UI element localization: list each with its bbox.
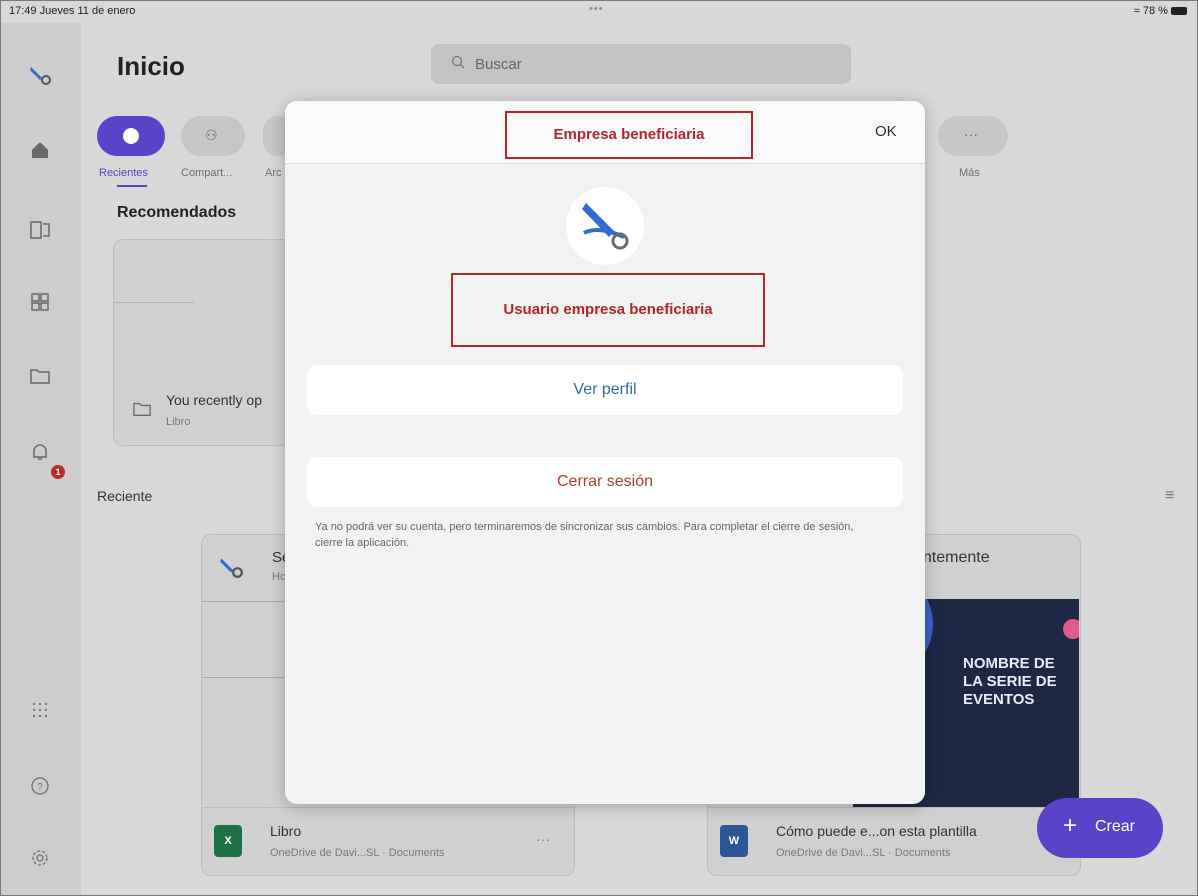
app-logo-icon[interactable] <box>23 57 57 91</box>
user-name: Usuario empresa beneficiaria <box>451 273 765 347</box>
tab-label-compartido: Compart... <box>181 167 233 179</box>
search-icon <box>451 55 465 73</box>
preview-line <box>202 601 292 602</box>
sidebar: 1 ? <box>1 23 81 895</box>
battery-icon <box>1171 7 1187 16</box>
notifications-bell-icon[interactable] <box>23 435 57 469</box>
tab-recientes[interactable] <box>97 116 165 156</box>
search-input[interactable]: Buscar <box>431 44 851 84</box>
apps-icon[interactable] <box>23 285 57 319</box>
tab-compartido[interactable]: ⚇ <box>181 116 245 156</box>
logout-note: Ya no podrá ver su cuenta, pero terminar… <box>315 521 854 549</box>
modal-title: Empresa beneficiaria <box>505 111 753 159</box>
left-card-file-location: OneDrive de Davi...SL · Documents <box>270 847 445 859</box>
wrench-logo-icon <box>582 203 629 250</box>
tab-label-archivos: Arc <box>265 167 282 179</box>
create-icon[interactable] <box>23 213 57 247</box>
battery-percent: 78 % <box>1142 5 1168 17</box>
tab-label-mas: Más <box>959 167 980 179</box>
preview-line <box>114 302 194 303</box>
status-time: 17:49 Jueves 11 de enero <box>9 5 136 17</box>
svg-text:?: ? <box>37 782 43 793</box>
recommended-card-title: You recently op <box>166 392 262 408</box>
avatar <box>566 187 644 265</box>
recommended-title: Recomendados <box>117 204 237 221</box>
app-logo-icon <box>218 553 244 584</box>
search-placeholder: Buscar <box>475 56 522 73</box>
more-apps-grid-icon[interactable] <box>23 693 57 727</box>
right-card-file-location: OneDrive de Davi...SL · Documents <box>776 847 951 859</box>
preview-line <box>202 677 292 678</box>
tab-label-recientes: Recientes <box>99 167 148 179</box>
recent-title: Reciente <box>97 488 153 504</box>
left-card-file-name: Libro <box>270 823 302 839</box>
help-icon[interactable]: ? <box>23 769 57 803</box>
recommended-card-subtitle: Libro <box>166 416 191 428</box>
poster-shape <box>1063 619 1079 639</box>
view-profile-button[interactable]: Ver perfil <box>307 365 903 415</box>
status-bar: 17:49 Jueves 11 de enero ••• ≈ 78 % <box>1 1 1197 23</box>
right-card-file-name: Cómo puede e...on esta plantilla <box>776 823 977 839</box>
modal-header: Empresa beneficiaria OK <box>285 101 925 164</box>
settings-gear-icon[interactable] <box>23 841 57 875</box>
left-card-subtitle: Hc <box>272 571 286 583</box>
card-divider <box>708 807 1080 808</box>
page-title: Inicio <box>117 51 185 81</box>
create-button-label: Crear <box>1095 818 1136 835</box>
right-card-title: entemente <box>914 549 990 566</box>
people-icon: ⚇ <box>205 127 218 143</box>
notification-badge: 1 <box>51 465 65 479</box>
plus-icon: + <box>1063 812 1078 839</box>
battery-indicator: ≈ 78 % <box>1134 5 1187 17</box>
account-modal: Empresa beneficiaria OK Usuario empresa … <box>285 101 925 804</box>
folder-icon[interactable] <box>23 359 57 393</box>
card-divider <box>202 807 574 808</box>
more-dots-icon: ··· <box>964 126 978 142</box>
folder-icon <box>132 400 152 423</box>
wifi-icon: ≈ <box>1133 5 1140 17</box>
poster-title: NOMBRE DE LA SERIE DE EVENTOS <box>963 655 1057 708</box>
tab-mas[interactable]: ··· <box>938 116 1008 156</box>
list-view-icon[interactable]: ≡ <box>1165 487 1174 505</box>
home-icon[interactable] <box>23 133 57 167</box>
word-file-icon: W <box>720 825 748 857</box>
more-options-button[interactable]: ··· <box>536 831 550 847</box>
active-tab-indicator <box>117 185 147 187</box>
clock-icon <box>123 128 139 144</box>
create-button[interactable]: + Crear <box>1037 798 1163 858</box>
ok-button[interactable]: OK <box>875 123 897 140</box>
excel-file-icon: X <box>214 825 242 857</box>
app-window: 17:49 Jueves 11 de enero ••• ≈ 78 % 1 ? … <box>0 0 1198 896</box>
multitasking-dots[interactable]: ••• <box>589 3 604 15</box>
logout-button[interactable]: Cerrar sesión <box>307 457 903 507</box>
